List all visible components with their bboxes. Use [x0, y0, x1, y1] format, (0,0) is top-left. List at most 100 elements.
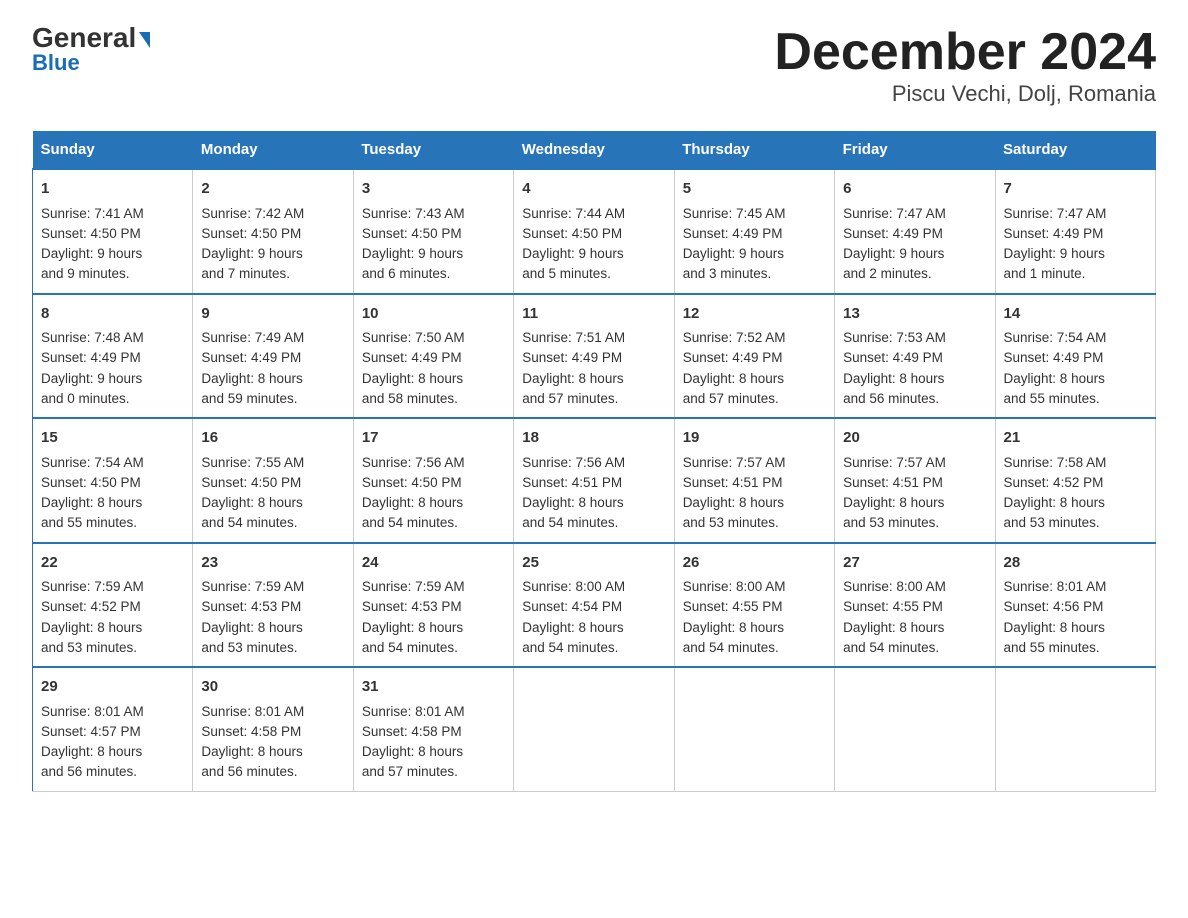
day-number: 31 [362, 676, 505, 699]
calendar-cell: 8Sunrise: 7:48 AMSunset: 4:49 PMDaylight… [33, 294, 193, 419]
calendar-cell: 13Sunrise: 7:53 AMSunset: 4:49 PMDayligh… [835, 294, 995, 419]
calendar-week-row: 22Sunrise: 7:59 AMSunset: 4:52 PMDayligh… [33, 543, 1156, 668]
calendar-cell: 2Sunrise: 7:42 AMSunset: 4:50 PMDaylight… [193, 169, 353, 294]
col-header-friday: Friday [835, 131, 995, 169]
day-info: Sunrise: 7:45 AM [683, 204, 826, 224]
calendar-cell [835, 667, 995, 791]
day-info: Sunrise: 7:49 AM [201, 328, 344, 348]
day-info: and 54 minutes. [201, 513, 344, 533]
day-number: 13 [843, 303, 986, 326]
calendar-cell: 28Sunrise: 8:01 AMSunset: 4:56 PMDayligh… [995, 543, 1155, 668]
day-info: and 5 minutes. [522, 264, 665, 284]
page-header: General Blue December 2024 Piscu Vechi, … [32, 24, 1156, 107]
day-info: Sunrise: 7:47 AM [1004, 204, 1147, 224]
day-info: Daylight: 8 hours [843, 369, 986, 389]
day-info: Sunset: 4:49 PM [201, 348, 344, 368]
col-header-saturday: Saturday [995, 131, 1155, 169]
day-info: and 54 minutes. [843, 638, 986, 658]
day-number: 7 [1004, 178, 1147, 201]
calendar-cell: 24Sunrise: 7:59 AMSunset: 4:53 PMDayligh… [353, 543, 513, 668]
calendar-week-row: 15Sunrise: 7:54 AMSunset: 4:50 PMDayligh… [33, 418, 1156, 543]
day-info: Sunset: 4:53 PM [201, 597, 344, 617]
col-header-wednesday: Wednesday [514, 131, 674, 169]
calendar-cell: 21Sunrise: 7:58 AMSunset: 4:52 PMDayligh… [995, 418, 1155, 543]
day-info: Sunrise: 7:55 AM [201, 453, 344, 473]
calendar-cell [674, 667, 834, 791]
day-info: and 56 minutes. [843, 389, 986, 409]
day-info: Sunset: 4:56 PM [1004, 597, 1147, 617]
day-info: and 57 minutes. [522, 389, 665, 409]
day-info: Daylight: 9 hours [683, 244, 826, 264]
calendar-cell: 30Sunrise: 8:01 AMSunset: 4:58 PMDayligh… [193, 667, 353, 791]
day-info: Daylight: 8 hours [201, 369, 344, 389]
calendar-cell: 1Sunrise: 7:41 AMSunset: 4:50 PMDaylight… [33, 169, 193, 294]
day-info: Sunset: 4:49 PM [683, 348, 826, 368]
day-info: and 53 minutes. [843, 513, 986, 533]
day-info: Daylight: 8 hours [683, 618, 826, 638]
day-info: and 7 minutes. [201, 264, 344, 284]
calendar-cell: 11Sunrise: 7:51 AMSunset: 4:49 PMDayligh… [514, 294, 674, 419]
day-info: and 54 minutes. [683, 638, 826, 658]
day-number: 5 [683, 178, 826, 201]
calendar-cell: 19Sunrise: 7:57 AMSunset: 4:51 PMDayligh… [674, 418, 834, 543]
day-number: 6 [843, 178, 986, 201]
day-info: Daylight: 9 hours [41, 244, 184, 264]
title-block: December 2024 Piscu Vechi, Dolj, Romania [774, 24, 1156, 107]
calendar-cell: 23Sunrise: 7:59 AMSunset: 4:53 PMDayligh… [193, 543, 353, 668]
day-info: Daylight: 9 hours [41, 369, 184, 389]
day-info: and 56 minutes. [41, 762, 184, 782]
day-info: Sunrise: 7:56 AM [522, 453, 665, 473]
day-info: and 54 minutes. [522, 513, 665, 533]
day-info: Daylight: 8 hours [201, 493, 344, 513]
day-info: Sunrise: 7:59 AM [41, 577, 184, 597]
day-info: Daylight: 8 hours [41, 493, 184, 513]
day-number: 23 [201, 552, 344, 575]
calendar-cell: 10Sunrise: 7:50 AMSunset: 4:49 PMDayligh… [353, 294, 513, 419]
calendar-cell: 9Sunrise: 7:49 AMSunset: 4:49 PMDaylight… [193, 294, 353, 419]
day-number: 2 [201, 178, 344, 201]
day-info: and 53 minutes. [1004, 513, 1147, 533]
logo-arrow-icon [139, 32, 150, 48]
calendar-cell [995, 667, 1155, 791]
day-info: Sunset: 4:54 PM [522, 597, 665, 617]
calendar-cell: 22Sunrise: 7:59 AMSunset: 4:52 PMDayligh… [33, 543, 193, 668]
calendar-cell: 15Sunrise: 7:54 AMSunset: 4:50 PMDayligh… [33, 418, 193, 543]
calendar-table: SundayMondayTuesdayWednesdayThursdayFrid… [32, 131, 1156, 792]
day-info: Sunrise: 7:44 AM [522, 204, 665, 224]
day-info: Sunset: 4:58 PM [201, 722, 344, 742]
day-info: Sunrise: 7:59 AM [201, 577, 344, 597]
day-info: Sunrise: 7:47 AM [843, 204, 986, 224]
day-info: Sunrise: 8:01 AM [201, 702, 344, 722]
day-info: Sunrise: 8:00 AM [683, 577, 826, 597]
calendar-cell: 29Sunrise: 8:01 AMSunset: 4:57 PMDayligh… [33, 667, 193, 791]
day-info: Sunset: 4:49 PM [362, 348, 505, 368]
day-info: Sunrise: 7:53 AM [843, 328, 986, 348]
day-info: Sunrise: 7:54 AM [41, 453, 184, 473]
day-info: Daylight: 9 hours [362, 244, 505, 264]
day-info: and 54 minutes. [522, 638, 665, 658]
day-number: 18 [522, 427, 665, 450]
day-info: Sunset: 4:50 PM [201, 473, 344, 493]
day-number: 19 [683, 427, 826, 450]
day-info: and 53 minutes. [201, 638, 344, 658]
day-info: Sunset: 4:53 PM [362, 597, 505, 617]
day-info: Sunset: 4:50 PM [41, 224, 184, 244]
day-info: and 53 minutes. [683, 513, 826, 533]
calendar-week-row: 8Sunrise: 7:48 AMSunset: 4:49 PMDaylight… [33, 294, 1156, 419]
calendar-subtitle: Piscu Vechi, Dolj, Romania [774, 81, 1156, 107]
day-info: and 2 minutes. [843, 264, 986, 284]
day-info: Sunset: 4:49 PM [683, 224, 826, 244]
day-info: and 57 minutes. [683, 389, 826, 409]
calendar-title: December 2024 [774, 24, 1156, 81]
day-info: Sunset: 4:52 PM [1004, 473, 1147, 493]
day-number: 27 [843, 552, 986, 575]
calendar-week-row: 1Sunrise: 7:41 AMSunset: 4:50 PMDaylight… [33, 169, 1156, 294]
day-info: Daylight: 9 hours [1004, 244, 1147, 264]
day-info: Sunset: 4:49 PM [41, 348, 184, 368]
day-number: 12 [683, 303, 826, 326]
day-info: Daylight: 8 hours [683, 493, 826, 513]
calendar-header-row: SundayMondayTuesdayWednesdayThursdayFrid… [33, 131, 1156, 169]
day-info: Daylight: 8 hours [522, 493, 665, 513]
day-number: 26 [683, 552, 826, 575]
day-number: 25 [522, 552, 665, 575]
